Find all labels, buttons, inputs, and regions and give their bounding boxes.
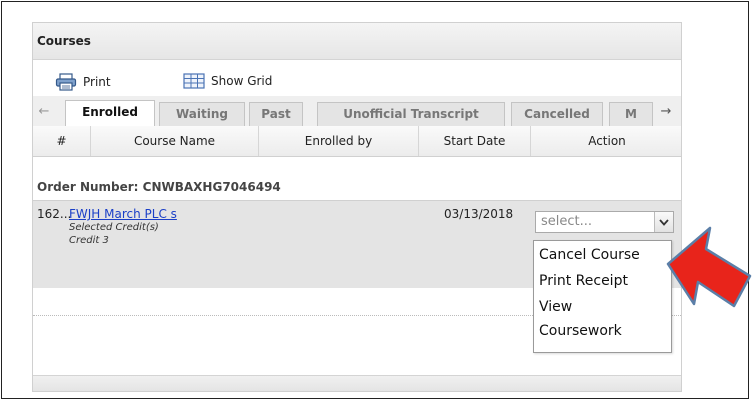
arrow-right-icon[interactable]: → [657,101,675,123]
printer-icon [55,73,77,91]
grid-icon [183,73,205,89]
credit-value: Credit 3 [69,235,109,246]
print-label: Print [83,75,111,89]
column-header-number[interactable]: # [33,126,91,156]
panel-footer [33,375,681,391]
tab-more[interactable]: M [609,102,653,126]
action-select-placeholder: select... [541,214,593,229]
order-number: Order Number: CNWBAXHG7046494 [37,180,281,194]
show-grid-button[interactable]: Show Grid [183,73,272,89]
start-date: 03/13/2018 [444,207,514,221]
tab-bar: ← Enrolled Waiting Past Unofficial Trans… [33,96,681,127]
column-header-action[interactable]: Action [531,126,681,156]
course-name-link[interactable]: FWJH March PLC s [69,207,177,221]
toolbar: Print Show Grid [33,67,681,97]
action-select[interactable]: select... [535,211,674,233]
menu-item-coursework[interactable]: Coursework [539,323,622,339]
action-dropdown-menu: Cancel Course Print Receipt View Coursew… [533,240,672,353]
column-header-enrolled-by[interactable]: Enrolled by [259,126,419,156]
selected-credits-label: Selected Credit(s) [69,222,159,233]
panel-title: Courses [33,23,681,60]
menu-item-print-receipt[interactable]: Print Receipt [539,273,628,289]
show-grid-label: Show Grid [211,74,273,88]
tab-waiting[interactable]: Waiting [159,102,245,126]
arrow-left-icon[interactable]: ← [35,101,53,123]
menu-item-cancel-course[interactable]: Cancel Course [539,247,640,263]
tab-unofficial-transcript[interactable]: Unofficial Transcript [317,102,505,126]
row-number: 162... [37,207,72,221]
tab-past[interactable]: Past [249,102,303,126]
print-button[interactable]: Print [55,73,111,91]
column-header-start-date[interactable]: Start Date [419,126,531,156]
tab-cancelled[interactable]: Cancelled [511,102,603,126]
tab-enrolled[interactable]: Enrolled [65,100,155,126]
screenshot-frame: Courses Print Show Grid ← Enrolled Waiti… [1,1,752,399]
red-arrow-icon [666,226,752,308]
table-header: # Course Name Enrolled by Start Date Act… [33,126,681,157]
column-header-course-name[interactable]: Course Name [91,126,259,156]
menu-item-view[interactable]: View [539,299,572,315]
